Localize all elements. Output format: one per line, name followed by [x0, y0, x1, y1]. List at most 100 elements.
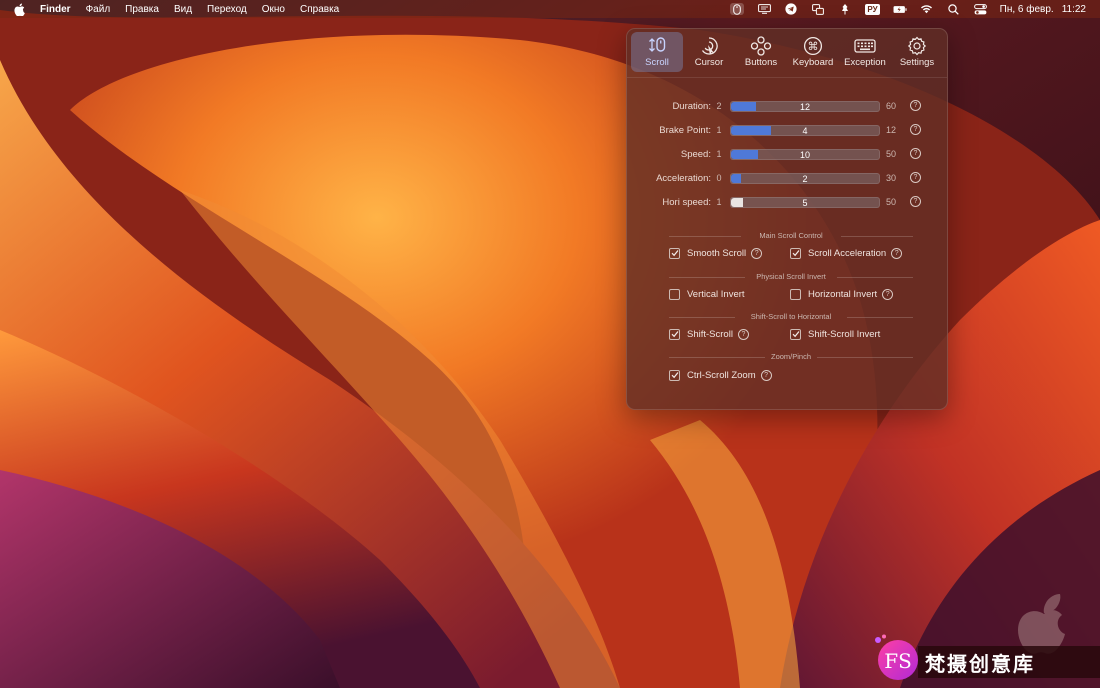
- menu-time[interactable]: 11:22: [1062, 4, 1086, 15]
- help-icon[interactable]: ?: [910, 172, 921, 183]
- slider-min: 1: [716, 197, 722, 207]
- section-zoom-pinch: Zoom/Pinch: [669, 352, 913, 362]
- slider-value: 5: [802, 197, 808, 208]
- checkbox-label: Horizontal Invert: [808, 288, 878, 300]
- checkbox-label: Vertical Invert: [687, 288, 745, 300]
- search-icon[interactable]: [947, 3, 961, 15]
- slider-row-acceleration: Acceleration: 0 2 30 ?: [627, 171, 947, 185]
- input-source-indicator[interactable]: РУ: [865, 3, 880, 15]
- menu-view[interactable]: Вид: [174, 4, 192, 15]
- tab-scroll-label: Scroll: [645, 57, 669, 68]
- tab-exception[interactable]: Exception: [839, 32, 891, 72]
- menu-bar: Finder Файл Правка Вид Переход Окно Спра…: [0, 0, 1100, 18]
- slider-min: 1: [716, 125, 722, 135]
- help-icon[interactable]: ?: [910, 100, 921, 111]
- slider-max: 12: [885, 125, 896, 135]
- gear-icon: [907, 35, 927, 57]
- keyboard-icon: [854, 35, 876, 57]
- slider-row-hori-speed: Hori speed: 1 5 50 ?: [627, 195, 947, 209]
- help-icon[interactable]: ?: [882, 288, 894, 300]
- watermark-text: 梵摄创意库: [925, 652, 1035, 676]
- cursor-icon: [699, 35, 719, 57]
- mouse-icon[interactable]: [730, 3, 745, 15]
- tab-buttons[interactable]: Buttons: [735, 32, 787, 72]
- menu-help[interactable]: Справка: [300, 4, 339, 15]
- tab-cursor[interactable]: Cursor: [683, 32, 735, 72]
- menu-go[interactable]: Переход: [207, 4, 247, 15]
- control-center-icon[interactable]: [974, 3, 988, 15]
- checkbox-label: Smooth Scroll: [687, 247, 747, 259]
- vertical-invert-checkbox[interactable]: Vertical Invert: [669, 287, 745, 301]
- slider-value: 12: [799, 101, 810, 112]
- slider-row-brake-point: Brake Point: 1 4 12 ?: [627, 123, 947, 137]
- checkbox-box[interactable]: [669, 288, 680, 300]
- slider-max: 30: [885, 173, 896, 183]
- checkbox-box[interactable]: [790, 328, 801, 340]
- slider-label: Duration:: [672, 100, 711, 112]
- menu-finder[interactable]: Finder: [40, 4, 71, 15]
- command-key-icon: ⌘: [803, 35, 823, 57]
- tab-keyboard-label: Keyboard: [792, 57, 834, 68]
- slider-min: 2: [716, 101, 722, 111]
- tab-settings[interactable]: Settings: [891, 32, 943, 72]
- tab-cursor-label: Cursor: [694, 57, 724, 68]
- hori-speed-slider[interactable]: 5: [730, 196, 880, 208]
- slider-max: 50: [885, 149, 896, 159]
- slider-label: Speed:: [680, 148, 711, 160]
- tab-buttons-label: Buttons: [744, 57, 778, 68]
- help-icon[interactable]: ?: [910, 124, 921, 135]
- section-line: [837, 277, 913, 278]
- ctrl-scroll-zoom-checkbox[interactable]: Ctrl-Scroll Zoom ?: [669, 368, 772, 382]
- tab-settings-label: Settings: [899, 57, 935, 68]
- slider-min: 0: [716, 173, 722, 183]
- slider-value: 10: [799, 149, 810, 160]
- scroll-acceleration-checkbox[interactable]: Scroll Acceleration ?: [790, 246, 903, 260]
- section-shift-scroll-to-horizontal: Shift-Scroll to Horizontal: [669, 312, 913, 322]
- acceleration-slider[interactable]: 2: [730, 172, 880, 184]
- checkbox-label: Scroll Acceleration: [808, 247, 887, 259]
- slider-min: 1: [716, 149, 722, 159]
- apple-logo-icon[interactable]: [14, 3, 28, 16]
- slider-label: Brake Point:: [659, 124, 711, 136]
- help-icon[interactable]: ?: [737, 328, 749, 340]
- help-icon[interactable]: ?: [751, 247, 763, 259]
- display-icon[interactable]: [757, 3, 771, 15]
- brake-point-slider[interactable]: 4: [730, 124, 880, 136]
- tab-keyboard[interactable]: ⌘ Keyboard: [787, 32, 839, 72]
- menu-file[interactable]: Файл: [86, 4, 111, 15]
- speed-slider[interactable]: 10: [730, 148, 880, 160]
- checkbox-box[interactable]: [669, 328, 680, 340]
- pin-icon[interactable]: [838, 3, 852, 15]
- watermark-logo-text: FS: [884, 649, 912, 673]
- menu-edit[interactable]: Правка: [125, 4, 159, 15]
- section-line: [847, 317, 913, 318]
- slider-row-speed: Speed: 1 10 50 ?: [627, 147, 947, 161]
- smooth-scroll-checkbox[interactable]: Smooth Scroll ?: [669, 246, 763, 260]
- wifi-icon[interactable]: [920, 3, 934, 15]
- checkbox-box[interactable]: [669, 369, 680, 381]
- horizontal-invert-checkbox[interactable]: Horizontal Invert ?: [790, 287, 894, 301]
- screens-icon[interactable]: [811, 3, 825, 15]
- scroll-icon: [646, 35, 668, 57]
- tab-scroll[interactable]: Scroll: [631, 32, 683, 72]
- help-icon[interactable]: ?: [910, 148, 921, 159]
- help-icon[interactable]: ?: [891, 247, 903, 259]
- menu-window[interactable]: Окно: [262, 4, 285, 15]
- scroll-settings-panel: Scroll Cursor Buttons ⌘ Keyboard Excepti…: [626, 28, 948, 410]
- shift-scroll-invert-checkbox[interactable]: Shift-Scroll Invert: [790, 327, 880, 341]
- menu-date[interactable]: Пн, 6 февр.: [1000, 4, 1054, 15]
- checkbox-label: Shift-Scroll Invert: [808, 328, 881, 340]
- shift-scroll-checkbox[interactable]: Shift-Scroll ?: [669, 327, 749, 341]
- tab-bar: Scroll Cursor Buttons ⌘ Keyboard Excepti…: [631, 32, 943, 74]
- svg-text:⌘: ⌘: [808, 40, 819, 53]
- checkbox-box[interactable]: [790, 247, 801, 259]
- help-icon[interactable]: ?: [910, 196, 921, 207]
- duration-slider[interactable]: 12: [730, 100, 880, 112]
- telegram-icon[interactable]: [784, 3, 798, 15]
- slider-row-duration: Duration: 2 12 60 ?: [627, 99, 947, 113]
- battery-icon[interactable]: [893, 3, 907, 15]
- checkbox-box[interactable]: [790, 288, 801, 300]
- checkbox-box[interactable]: [669, 247, 680, 259]
- slider-value: 2: [802, 173, 808, 184]
- help-icon[interactable]: ?: [760, 369, 772, 381]
